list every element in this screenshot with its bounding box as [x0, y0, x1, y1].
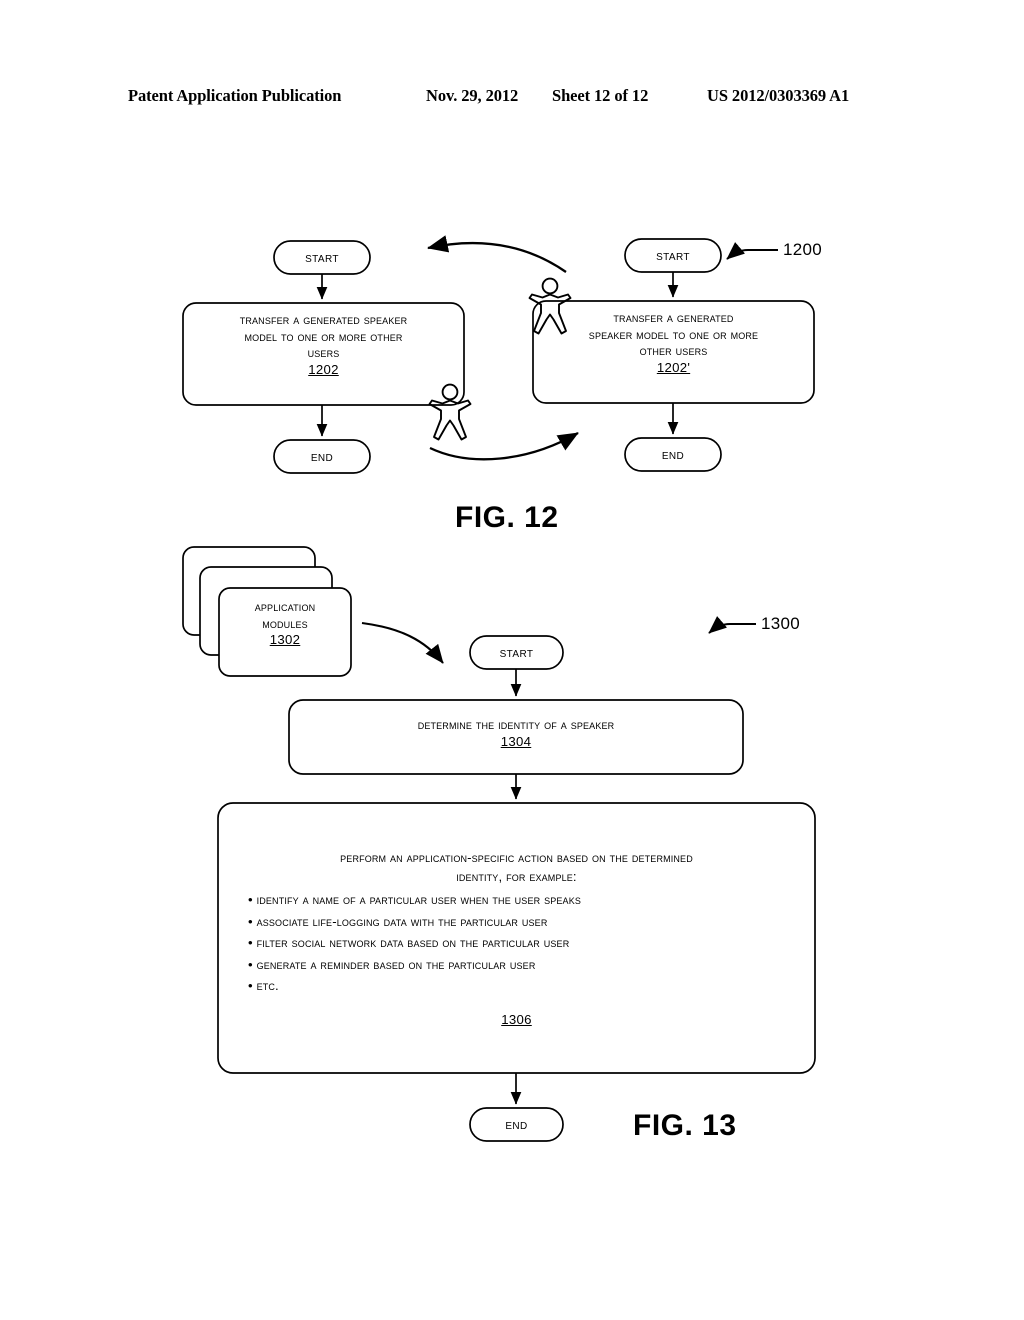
fig13-step-1306-head-line-1: Perform an Application-Specific Action B…: [340, 850, 693, 865]
fig13-start-label-wrap: START: [470, 636, 563, 669]
fig13-ref-number: 1300: [761, 614, 801, 633]
fig13-caption: FIG. 13: [633, 1109, 737, 1142]
fig12-left-process-text: Transfer a Generated Speaker Model to On…: [183, 312, 464, 378]
fig13-step-1304-line-1: Determine the Identity of a Speaker: [417, 717, 615, 732]
fig12-arrow-left-to-right: [429, 432, 579, 461]
fig12-left-process-line-1: Transfer a Generated Speaker: [239, 312, 408, 327]
fig13-step-1306-ref-wrap: 1306: [218, 1012, 815, 1029]
fig13-step-1304-ref: 1304: [500, 733, 532, 749]
fig12-left-process-line-3: Users: [307, 345, 340, 360]
fig12-right-process-text: Transfer a Generated Speaker Model to On…: [533, 310, 814, 376]
fig12-left-start-label-wrap: START: [274, 241, 370, 274]
fig12-right-end-label-wrap: END: [625, 438, 721, 471]
fig13-step-1306-heading: Perform an Application-Specific Action B…: [228, 848, 805, 886]
fig12-left-process-line-2: Model to One or More Other: [244, 328, 403, 344]
fig12-caption: FIG. 12: [455, 501, 559, 534]
fig12-right-process-line-1: Transfer a Generated: [613, 310, 734, 325]
fig13-modules-text: Application Modules 1302: [219, 599, 351, 649]
fig12-right-end-label: END: [661, 446, 685, 463]
bullet-item: Etc.: [248, 975, 808, 997]
fig12-ref-leader: [726, 242, 778, 260]
fig13-modules-line-2: Modules: [262, 615, 308, 631]
fig13-step-1306-head-line-2: Identity, for Example:: [456, 869, 577, 884]
bullet-item: Associate Life-Logging Data with the Par…: [248, 911, 808, 933]
fig13-start-label: START: [499, 644, 534, 661]
fig12-ref-number: 1200: [783, 240, 823, 259]
fig12-left-process-ref: 1202: [308, 361, 339, 377]
fig13-step-1304-text: Determine the Identity of a Speaker 1304: [289, 717, 743, 750]
fig12-right-process-line-2: Speaker Model to One or More: [588, 326, 759, 342]
fig13-modules-line-1: Application: [254, 599, 316, 614]
bullet-item: Identify a Name of a Particular User Whe…: [248, 889, 808, 911]
bullet-item: Generate a Reminder Based on the Particu…: [248, 954, 808, 976]
fig12-left-end-label: END: [310, 448, 334, 465]
fig12-right-start-label: START: [656, 247, 690, 264]
fig13-modules-ref: 1302: [269, 632, 301, 647]
fig12-right-process-ref: 1202': [656, 359, 691, 375]
fig13-modules-to-start-arrow: [361, 621, 444, 664]
fig13-end-label: END: [505, 1116, 528, 1133]
fig12-arrow-right-to-left: [427, 235, 567, 273]
fig12-left-end-label-wrap: END: [274, 440, 370, 473]
fig13-ref-leader: [708, 616, 756, 634]
bullet-item: Filter Social Network Data Based on the …: [248, 932, 808, 954]
fig13-end-label-wrap: END: [470, 1108, 563, 1141]
fig13-step-1306-ref: 1306: [501, 1012, 532, 1027]
fig12-right-process-line-3: Other Users: [639, 343, 708, 358]
fig12-right-start-label-wrap: START: [625, 239, 721, 272]
fig13-step-1306-bullets: Identify a Name of a Particular User Whe…: [248, 889, 808, 997]
fig12-left-start-label: START: [305, 249, 339, 266]
